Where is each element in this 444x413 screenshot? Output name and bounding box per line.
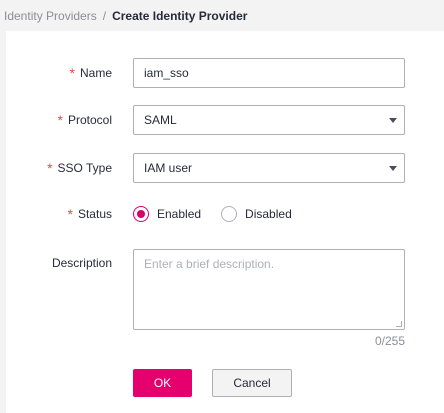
protocol-row: * Protocol SAML (6, 105, 444, 135)
name-label-text: Name (79, 66, 112, 80)
sso-type-select[interactable]: IAM user (133, 153, 405, 183)
status-row: * Status Enabled Disabled (6, 199, 444, 229)
sso-type-selected-value: IAM user (144, 161, 193, 175)
chevron-down-icon[interactable] (389, 118, 397, 123)
description-field[interactable] (133, 249, 405, 330)
sso-type-label-text: SSO Type (57, 161, 112, 175)
name-label: * Name (6, 58, 112, 88)
resize-handle-icon[interactable] (396, 321, 402, 327)
radio-checked-icon[interactable] (133, 206, 149, 222)
status-enabled-label[interactable]: Enabled (157, 207, 201, 221)
breadcrumb-identity-providers-link[interactable]: Identity Providers (4, 9, 97, 23)
required-mark: * (57, 112, 63, 128)
protocol-selected-value: SAML (144, 113, 177, 127)
status-enabled-radio[interactable]: Enabled (133, 206, 201, 222)
status-disabled-radio[interactable]: Disabled (221, 206, 292, 222)
name-field[interactable] (133, 58, 405, 88)
protocol-label: * Protocol (6, 105, 112, 135)
sso-type-label: * SSO Type (6, 153, 112, 183)
description-textarea[interactable] (134, 250, 404, 329)
status-label: * Status (6, 199, 112, 229)
required-mark: * (69, 65, 75, 81)
status-radio-group: Enabled Disabled (133, 199, 312, 229)
cancel-button[interactable]: Cancel (212, 369, 292, 397)
status-label-text: Status (77, 207, 112, 221)
chevron-down-icon[interactable] (389, 166, 397, 171)
breadcrumb-separator: / (102, 8, 107, 23)
breadcrumb: Identity Providers / Create Identity Pro… (0, 0, 444, 31)
create-identity-provider-form: * Name * Protocol SAML * SSO Type IAM us… (6, 31, 444, 413)
name-row: * Name (6, 58, 444, 88)
sso-type-row: * SSO Type IAM user (6, 153, 444, 183)
status-disabled-label[interactable]: Disabled (245, 207, 292, 221)
ok-button[interactable]: OK (133, 369, 192, 397)
name-input[interactable] (144, 66, 394, 80)
protocol-select[interactable]: SAML (133, 105, 405, 135)
description-label: Description (6, 248, 112, 278)
description-label-text: Description (51, 256, 112, 270)
protocol-label-text: Protocol (67, 113, 112, 127)
page-title: Create Identity Provider (112, 8, 248, 23)
required-mark: * (47, 160, 53, 176)
description-char-counter: 0/255 (374, 334, 405, 348)
required-mark: * (67, 206, 73, 222)
radio-unchecked-icon[interactable] (221, 206, 238, 222)
